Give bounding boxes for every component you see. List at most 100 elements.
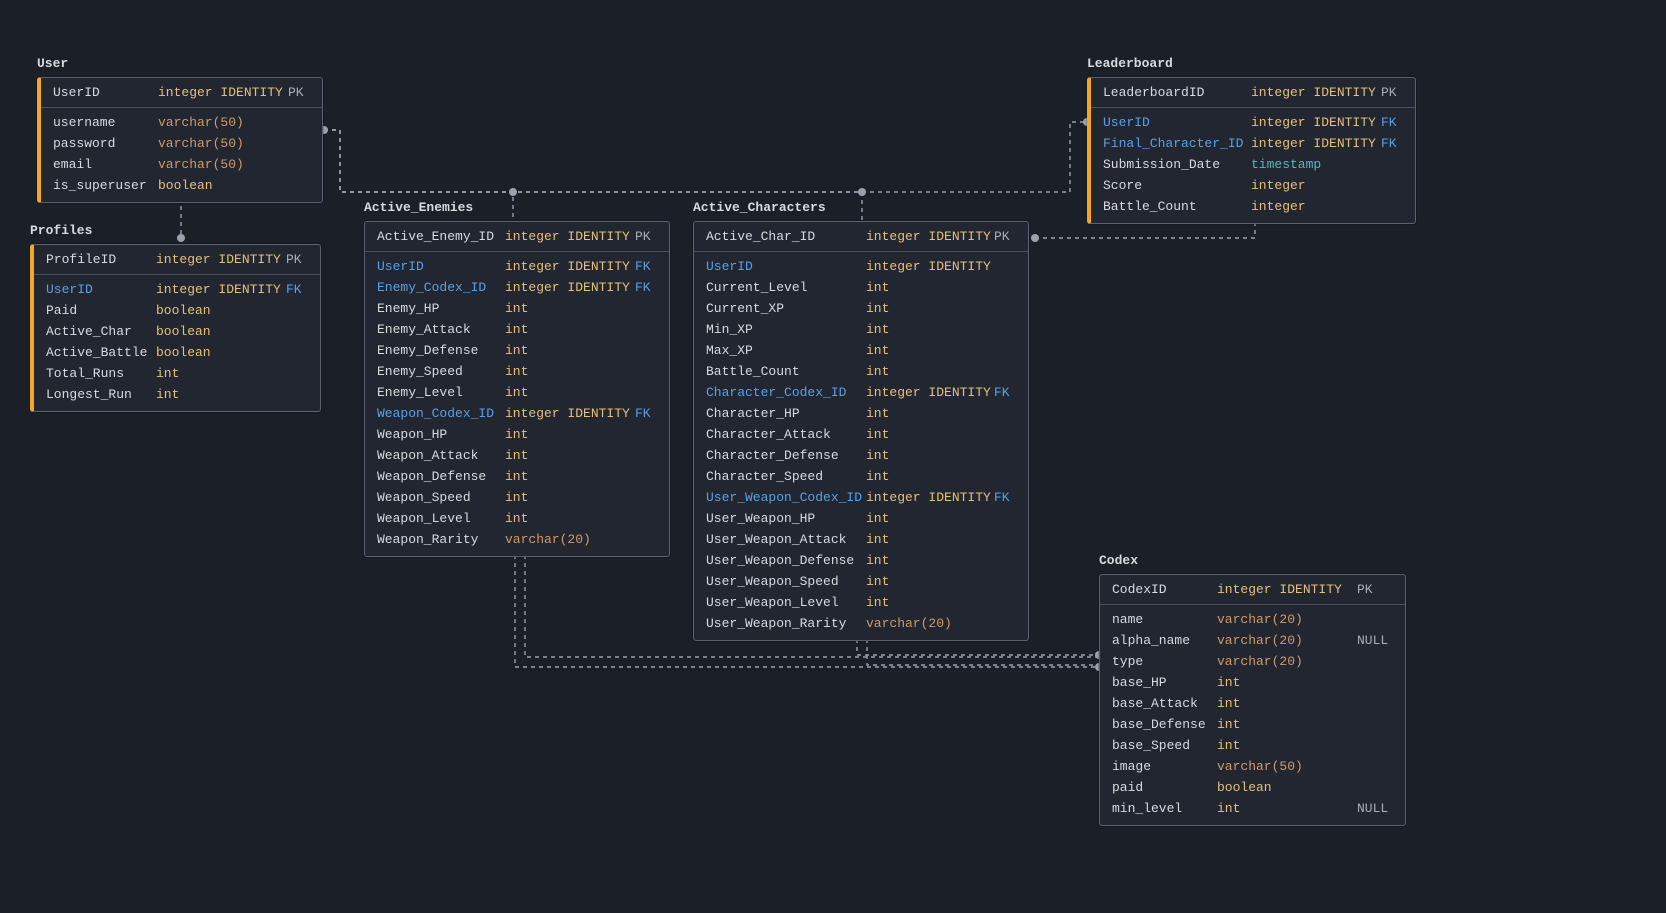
column-name: Min_XP: [706, 321, 866, 338]
column-row: UserIDinteger IDENTITYFK: [34, 275, 320, 300]
column-name: UserID: [53, 84, 158, 101]
column-type: int: [505, 489, 635, 506]
column-row: User_Weapon_Attackint: [694, 529, 1028, 550]
table-box: CodexIDinteger IDENTITYPKnamevarchar(20)…: [1099, 574, 1406, 826]
column-name: Weapon_Speed: [377, 489, 505, 506]
column-row: Current_Levelint: [694, 277, 1028, 298]
column-type: int: [156, 365, 286, 382]
column-name: Longest_Run: [46, 386, 156, 403]
erd-canvas: User UserIDinteger IDENTITYPKusernamevar…: [0, 0, 1666, 913]
column-type: int: [866, 468, 994, 485]
column-type: int: [866, 426, 994, 443]
table-codex[interactable]: Codex CodexIDinteger IDENTITYPKnamevarch…: [1099, 551, 1406, 826]
column-type: integer IDENTITY: [866, 228, 994, 245]
column-type: int: [866, 405, 994, 422]
column-type: integer: [1251, 177, 1381, 194]
column-name: UserID: [706, 258, 866, 275]
column-name: Battle_Count: [1103, 198, 1251, 215]
column-name: Weapon_Rarity: [377, 531, 505, 548]
column-type: varchar(50): [1217, 758, 1357, 775]
column-name: UserID: [377, 258, 505, 275]
column-name: Final_Character_ID: [1103, 135, 1251, 152]
column-name: Paid: [46, 302, 156, 319]
column-name: Weapon_Codex_ID: [377, 405, 505, 422]
column-name: Character_Attack: [706, 426, 866, 443]
column-row: Active_Char_IDinteger IDENTITYPK: [694, 222, 1028, 252]
column-name: Submission_Date: [1103, 156, 1251, 173]
column-type: integer IDENTITY: [505, 405, 635, 422]
table-box: Active_Enemy_IDinteger IDENTITY PK UserID i…: [364, 221, 670, 557]
column-type: int: [505, 447, 635, 464]
column-row: Weapon_Codex_IDinteger IDENTITYFK: [365, 403, 669, 424]
column-name: Active_Enemy_ID: [377, 228, 505, 245]
column-row: Battle_Countinteger: [1091, 196, 1415, 223]
column-name: min_level: [1112, 800, 1217, 817]
column-type: int: [866, 279, 994, 296]
column-key: NULL: [1357, 632, 1395, 649]
column-row: Enemy_Codex_IDinteger IDENTITYFK: [365, 277, 669, 298]
column-name: Weapon_Defense: [377, 468, 505, 485]
table-box: Active_Char_IDinteger IDENTITYPKUserIDin…: [693, 221, 1029, 641]
column-row: UserIDinteger IDENTITY: [694, 252, 1028, 277]
column-row: Max_XPint: [694, 340, 1028, 361]
column-type: int: [866, 363, 994, 380]
column-name: Weapon_Level: [377, 510, 505, 527]
column-name: Enemy_Speed: [377, 363, 505, 380]
column-name: username: [53, 114, 158, 131]
column-key: PK: [1381, 84, 1405, 101]
column-row: Active_Battleboolean: [34, 342, 320, 363]
column-type: int: [866, 552, 994, 569]
column-key: PK: [635, 228, 659, 245]
table-leaderboard[interactable]: Leaderboard LeaderboardIDinteger IDENTIT…: [1087, 54, 1416, 224]
column-name: alpha_name: [1112, 632, 1217, 649]
table-user[interactable]: User UserIDinteger IDENTITYPKusernamevar…: [37, 54, 323, 203]
table-title: Active_Enemies: [364, 198, 670, 221]
column-type: boolean: [158, 177, 288, 194]
column-type: timestamp: [1251, 156, 1381, 173]
column-type: int: [1217, 716, 1357, 733]
column-row: Scoreinteger: [1091, 175, 1415, 196]
column-row: ProfileIDinteger IDENTITYPK: [34, 245, 320, 275]
column-name: name: [1112, 611, 1217, 628]
column-row: Current_XPint: [694, 298, 1028, 319]
column-row: UserIDinteger IDENTITYFK: [1091, 108, 1415, 133]
column-row: Battle_Countint: [694, 361, 1028, 382]
column-row: Enemy_Levelint: [365, 382, 669, 403]
column-name: base_Attack: [1112, 695, 1217, 712]
column-key: FK: [286, 281, 310, 298]
table-profiles[interactable]: Profiles ProfileIDinteger IDENTITYPKUser…: [30, 221, 321, 412]
column-row: usernamevarchar(50): [41, 108, 322, 133]
table-box: ProfileIDinteger IDENTITYPKUserIDinteger…: [30, 244, 321, 412]
column-name: User_Weapon_Rarity: [706, 615, 866, 632]
column-key: FK: [994, 489, 1018, 506]
column-type: integer IDENTITY: [1251, 135, 1381, 152]
column-row: emailvarchar(50): [41, 154, 322, 175]
column-row: Character_Attackint: [694, 424, 1028, 445]
column-name: Character_Defense: [706, 447, 866, 464]
column-name: email: [53, 156, 158, 173]
column-name: Enemy_Defense: [377, 342, 505, 359]
column-key: FK: [994, 384, 1018, 401]
column-type: int: [866, 573, 994, 590]
column-row: Enemy_Defenseint: [365, 340, 669, 361]
column-key: PK: [286, 251, 310, 268]
table-active-characters[interactable]: Active_Characters Active_Char_IDinteger …: [693, 198, 1029, 641]
column-row: base_Attackint: [1100, 693, 1405, 714]
column-name: Active_Char_ID: [706, 228, 866, 245]
table-active-enemies[interactable]: Active_Enemies Active_Enemy_IDinteger ID…: [364, 198, 670, 557]
column-name: Active_Char: [46, 323, 156, 340]
column-row: Weapon_Levelint: [365, 508, 669, 529]
column-name: base_HP: [1112, 674, 1217, 691]
table-title: Codex: [1099, 551, 1406, 574]
column-name: Enemy_Codex_ID: [377, 279, 505, 296]
column-type: integer IDENTITY: [158, 84, 288, 101]
column-row: Total_Runsint: [34, 363, 320, 384]
column-type: boolean: [156, 323, 286, 340]
column-row: Enemy_HPint: [365, 298, 669, 319]
table-title: User: [37, 54, 323, 77]
column-row: alpha_namevarchar(20)NULL: [1100, 630, 1405, 651]
table-title: Leaderboard: [1087, 54, 1416, 77]
column-name: Character_Speed: [706, 468, 866, 485]
column-type: int: [866, 531, 994, 548]
column-row: passwordvarchar(50): [41, 133, 322, 154]
